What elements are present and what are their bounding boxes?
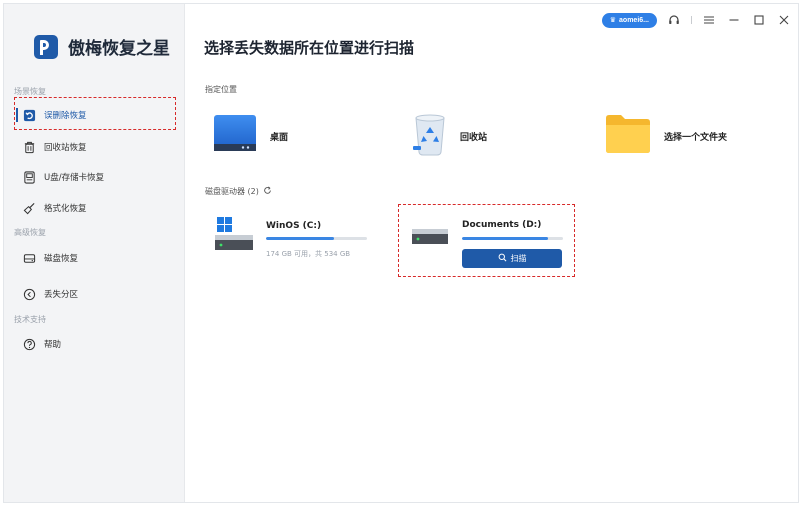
crown-icon: ♛ <box>609 17 617 24</box>
location-choose-folder[interactable]: 选择一个文件夹 <box>604 114 727 159</box>
page-title: 选择丢失数据所在位置进行扫描 <box>204 39 415 57</box>
maximize-icon[interactable] <box>751 12 767 28</box>
search-icon <box>498 253 507 264</box>
location-recycle-bin[interactable]: 回收站 <box>412 112 487 161</box>
sidebar-item-label: U盘/存储卡恢复 <box>44 173 105 183</box>
menu-icon[interactable] <box>701 12 717 28</box>
drive-card-d[interactable]: Documents (D:) 扫描 <box>410 209 570 273</box>
section-label-advanced: 高级恢复 <box>14 228 46 237</box>
sidebar-item-label: 帮助 <box>44 340 62 350</box>
sidebar-item-label: 误删除恢复 <box>44 111 87 121</box>
title-bar: ♛ aomei6... <box>601 12 792 28</box>
sidebar-item-help[interactable]: 帮助 <box>22 334 61 354</box>
logo-icon <box>34 34 58 59</box>
undo-icon <box>22 108 36 122</box>
drives-label-text: 磁盘驱动器 (2) <box>205 187 259 196</box>
main-panel: ♛ aomei6... 选择丢失数据所在位置进行扫描 指定位置 桌面 回收站 选… <box>185 4 798 502</box>
trash-icon <box>22 140 36 154</box>
minimize-icon[interactable] <box>726 12 742 28</box>
drive-usage-fill <box>462 237 548 240</box>
disk-icon <box>22 251 36 265</box>
drive-usage-bar <box>266 237 367 240</box>
recycle-bin-icon <box>412 112 448 161</box>
drive-name: Documents (D:) <box>462 220 542 230</box>
sidebar-item-recycle-recovery[interactable]: 回收站恢复 <box>22 137 87 157</box>
windows-drive-icon <box>213 217 255 256</box>
user-name: aomei6... <box>619 16 649 24</box>
drive-icon <box>410 227 452 252</box>
location-label: 桌面 <box>270 133 289 143</box>
headset-icon[interactable] <box>666 12 682 28</box>
section-label-scene: 场景恢复 <box>14 87 46 96</box>
sidebar-item-label: 回收站恢复 <box>44 143 87 153</box>
scan-button-label: 扫描 <box>510 254 527 263</box>
location-desktop[interactable]: 桌面 <box>212 114 288 159</box>
app-name: 傲梅恢复之星 <box>68 39 170 59</box>
refresh-icon[interactable] <box>263 186 272 197</box>
drive-size-text: 174 GB 可用，共 534 GB <box>266 250 351 258</box>
user-account-button[interactable]: ♛ aomei6... <box>601 12 657 28</box>
sidebar-item-label: 格式化恢复 <box>44 204 87 214</box>
scan-button[interactable]: 扫描 <box>462 249 562 268</box>
app-window: 傲梅恢复之星 场景恢复 误删除恢复 回收站恢复 U盘/存储卡恢复 格式化恢复 高… <box>3 3 799 503</box>
sdcard-icon <box>22 170 36 184</box>
locations-label: 指定位置 <box>205 84 237 95</box>
app-logo: 傲梅恢复之星 <box>34 34 170 59</box>
drive-name: WinOS (C:) <box>266 221 322 231</box>
close-icon[interactable] <box>776 12 792 28</box>
sidebar-item-format-recovery[interactable]: 格式化恢复 <box>22 198 87 218</box>
sidebar-item-label: 磁盘恢复 <box>44 254 79 264</box>
drive-usage-fill <box>266 237 334 240</box>
sidebar-item-deleted-recovery[interactable]: 误删除恢复 <box>22 105 87 125</box>
desktop-icon <box>212 114 258 159</box>
sidebar-item-label: 丢失分区 <box>44 290 79 300</box>
titlebar-divider <box>691 16 692 24</box>
section-label-support: 技术支持 <box>14 315 46 324</box>
partition-icon <box>22 287 36 301</box>
help-icon <box>22 337 36 351</box>
sidebar-item-usb-recovery[interactable]: U盘/存储卡恢复 <box>22 167 104 187</box>
location-label: 选择一个文件夹 <box>664 133 728 143</box>
locations-label-text: 指定位置 <box>205 85 237 94</box>
broom-icon <box>22 201 36 215</box>
active-indicator <box>16 108 18 122</box>
sidebar-item-lost-partition[interactable]: 丢失分区 <box>22 284 78 304</box>
drive-card-c[interactable]: WinOS (C:) 174 GB 可用，共 534 GB <box>213 209 393 269</box>
drives-label: 磁盘驱动器 (2) <box>205 186 272 197</box>
folder-icon <box>604 114 652 159</box>
sidebar: 傲梅恢复之星 场景恢复 误删除恢复 回收站恢复 U盘/存储卡恢复 格式化恢复 高… <box>4 4 185 502</box>
location-label: 回收站 <box>460 133 488 143</box>
drive-usage-bar <box>462 237 563 240</box>
sidebar-item-disk-recovery[interactable]: 磁盘恢复 <box>22 248 78 268</box>
